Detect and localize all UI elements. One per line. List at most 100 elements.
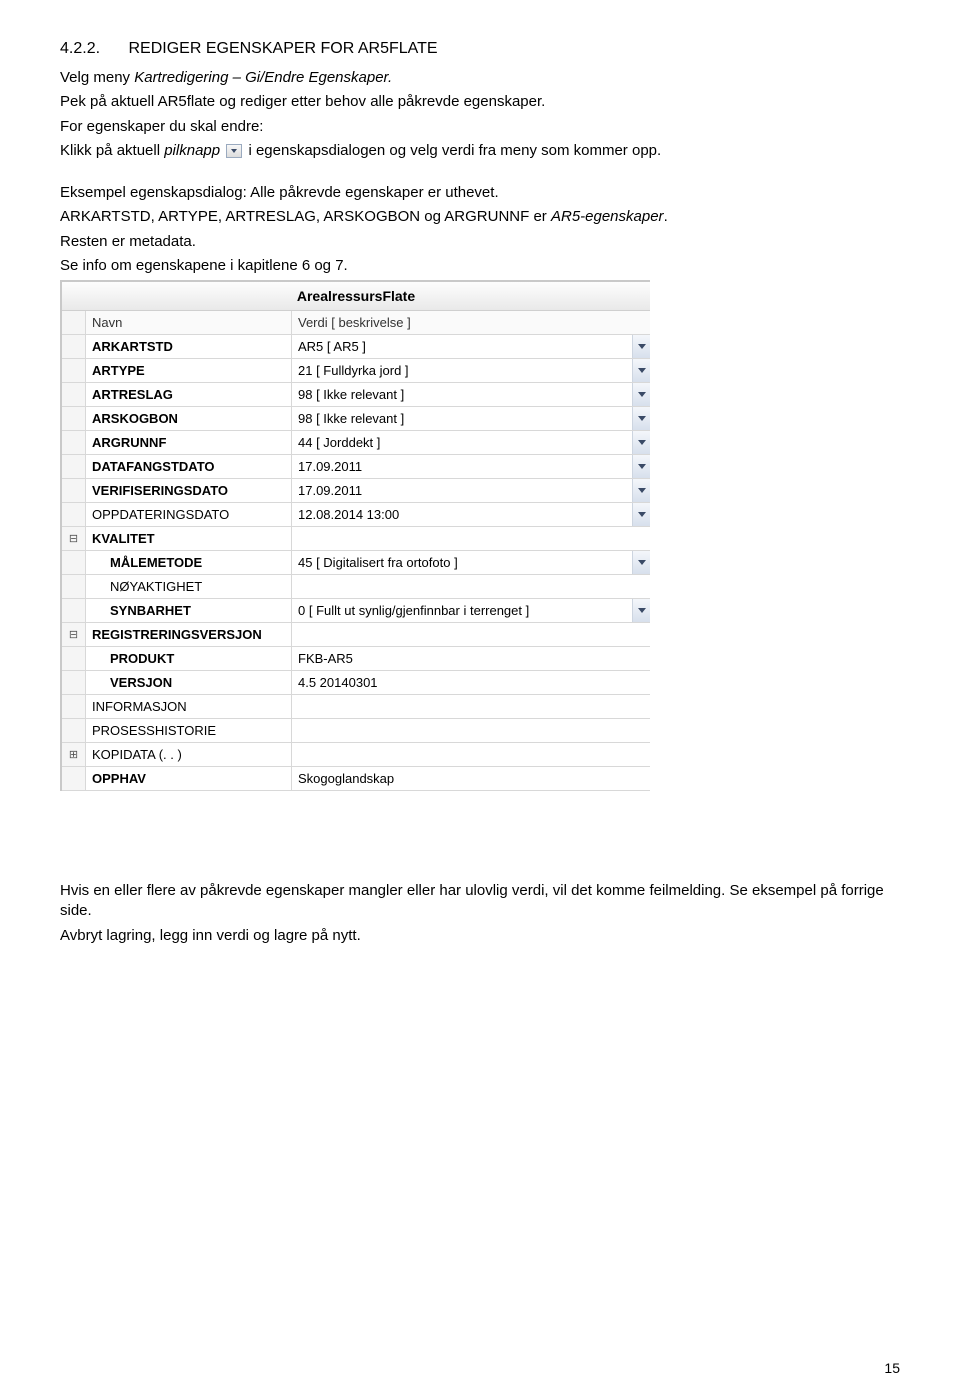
tree-gutter (62, 767, 86, 790)
paragraph: Avbryt lagring, legg inn verdi og lagre … (60, 926, 900, 946)
property-value[interactable]: 98 [ Ikke relevant ] (292, 383, 632, 406)
page-number: 15 (884, 1360, 900, 1376)
tree-gutter (62, 719, 86, 742)
property-row: VERSJON4.5 20140301 (62, 671, 650, 695)
paragraph: Eksempel egenskapsdialog: Alle påkrevde … (60, 183, 900, 203)
tree-gutter (62, 695, 86, 718)
property-row: ARTYPE21 [ Fulldyrka jord ] (62, 359, 650, 383)
property-row: ARKARTSTDAR5 [ AR5 ] (62, 335, 650, 359)
tree-gutter (62, 551, 86, 574)
property-name: ARTRESLAG (86, 383, 292, 406)
property-row: NØYAKTIGHET (62, 575, 650, 599)
property-name: OPPHAV (86, 767, 292, 790)
property-row: ⊟KVALITET (62, 527, 650, 551)
header-name-label: Navn (86, 311, 292, 334)
property-value[interactable]: 21 [ Fulldyrka jord ] (292, 359, 632, 382)
expand-icon[interactable]: ⊞ (62, 743, 86, 766)
tree-gutter (62, 311, 86, 334)
property-value[interactable]: 17.09.2011 (292, 479, 632, 502)
property-value: 4.5 20140301 (292, 671, 650, 694)
dropdown-arrow-icon[interactable] (632, 503, 650, 526)
dropdown-arrow-icon[interactable] (632, 455, 650, 478)
property-value[interactable]: 17.09.2011 (292, 455, 632, 478)
paragraph: Velg meny Kartredigering – Gi/Endre Egen… (60, 68, 900, 88)
paragraph: Resten er metadata. (60, 232, 900, 252)
property-value: Skogoglandskap (292, 767, 650, 790)
property-name: ARSKOGBON (86, 407, 292, 430)
property-name: ARGRUNNF (86, 431, 292, 454)
property-row: ARSKOGBON98 [ Ikke relevant ] (62, 407, 650, 431)
property-row: VERIFISERINGSDATO17.09.2011 (62, 479, 650, 503)
property-name: REGISTRERINGSVERSJON (86, 623, 292, 646)
property-value (292, 575, 650, 598)
tree-gutter (62, 575, 86, 598)
text: AR5-egenskaper (551, 208, 664, 225)
tree-gutter (62, 431, 86, 454)
property-value[interactable]: 45 [ Digitalisert fra ortofoto ] (292, 551, 632, 574)
tree-gutter (62, 479, 86, 502)
dialog-title: ArealressursFlate (62, 282, 650, 311)
property-value[interactable]: 44 [ Jorddekt ] (292, 431, 632, 454)
property-value[interactable]: 0 [ Fullt ut synlig/gjenfinnbar i terren… (292, 599, 632, 622)
property-row: OPPHAVSkogoglandskap (62, 767, 650, 791)
tree-gutter (62, 455, 86, 478)
paragraph: Hvis en eller flere av påkrevde egenskap… (60, 881, 900, 922)
property-row: PRODUKTFKB-AR5 (62, 647, 650, 671)
property-name: PRODUKT (86, 647, 292, 670)
dropdown-arrow-icon (226, 144, 242, 158)
property-value (292, 623, 650, 646)
dropdown-arrow-icon[interactable] (632, 599, 650, 622)
property-name: ARTYPE (86, 359, 292, 382)
tree-gutter (62, 383, 86, 406)
dropdown-arrow-icon[interactable] (632, 335, 650, 358)
dropdown-arrow-icon[interactable] (632, 431, 650, 454)
property-value: FKB-AR5 (292, 647, 650, 670)
text: Velg meny (60, 69, 134, 86)
property-value (292, 719, 650, 742)
text: i egenskapsdialogen og velg verdi fra me… (248, 142, 661, 159)
paragraph: For egenskaper du skal endre: (60, 117, 900, 137)
text: ARKARTSTD, ARTYPE, ARTRESLAG, ARSKOGBON … (60, 208, 551, 225)
property-row: ⊟REGISTRERINGSVERSJON (62, 623, 650, 647)
property-row: SYNBARHET0 [ Fullt ut synlig/gjenfinnbar… (62, 599, 650, 623)
property-value (292, 695, 650, 718)
tree-gutter (62, 647, 86, 670)
text: Klikk på aktuell (60, 142, 164, 159)
property-row: ARGRUNNF44 [ Jorddekt ] (62, 431, 650, 455)
tree-gutter (62, 503, 86, 526)
property-value (292, 743, 650, 766)
property-name: PROSESSHISTORIE (86, 719, 292, 742)
paragraph: Pek på aktuell AR5flate og rediger etter… (60, 92, 900, 112)
property-row: PROSESSHISTORIE (62, 719, 650, 743)
text: pilknapp (164, 142, 220, 159)
dialog-header-row: Navn Verdi [ beskrivelse ] (62, 311, 650, 335)
header-value-label: Verdi [ beskrivelse ] (292, 311, 650, 334)
property-row: ⊞KOPIDATA (. . ) (62, 743, 650, 767)
property-name: VERIFISERINGSDATO (86, 479, 292, 502)
paragraph: ARKARTSTD, ARTYPE, ARTRESLAG, ARSKOGBON … (60, 207, 900, 227)
collapse-icon[interactable]: ⊟ (62, 527, 86, 550)
property-name: DATAFANGSTDATO (86, 455, 292, 478)
property-row: MÅLEMETODE45 [ Digitalisert fra ortofoto… (62, 551, 650, 575)
property-row: OPPDATERINGSDATO12.08.2014 13:00 (62, 503, 650, 527)
dropdown-arrow-icon[interactable] (632, 551, 650, 574)
property-name: ARKARTSTD (86, 335, 292, 358)
section-title: REDIGER EGENSKAPER FOR AR5FLATE (128, 40, 437, 57)
property-name: SYNBARHET (86, 599, 292, 622)
tree-gutter (62, 671, 86, 694)
menu-path-text: Kartredigering – Gi/Endre Egenskaper. (134, 69, 392, 86)
property-value[interactable]: 98 [ Ikke relevant ] (292, 407, 632, 430)
section-number: 4.2.2. (60, 40, 100, 57)
property-value[interactable]: AR5 [ AR5 ] (292, 335, 632, 358)
collapse-icon[interactable]: ⊟ (62, 623, 86, 646)
dropdown-arrow-icon[interactable] (632, 383, 650, 406)
property-value (292, 527, 650, 550)
property-name: KVALITET (86, 527, 292, 550)
paragraph: Se info om egenskapene i kapitlene 6 og … (60, 256, 900, 276)
tree-gutter (62, 599, 86, 622)
dropdown-arrow-icon[interactable] (632, 479, 650, 502)
tree-gutter (62, 407, 86, 430)
dropdown-arrow-icon[interactable] (632, 359, 650, 382)
dropdown-arrow-icon[interactable] (632, 407, 650, 430)
property-value[interactable]: 12.08.2014 13:00 (292, 503, 632, 526)
